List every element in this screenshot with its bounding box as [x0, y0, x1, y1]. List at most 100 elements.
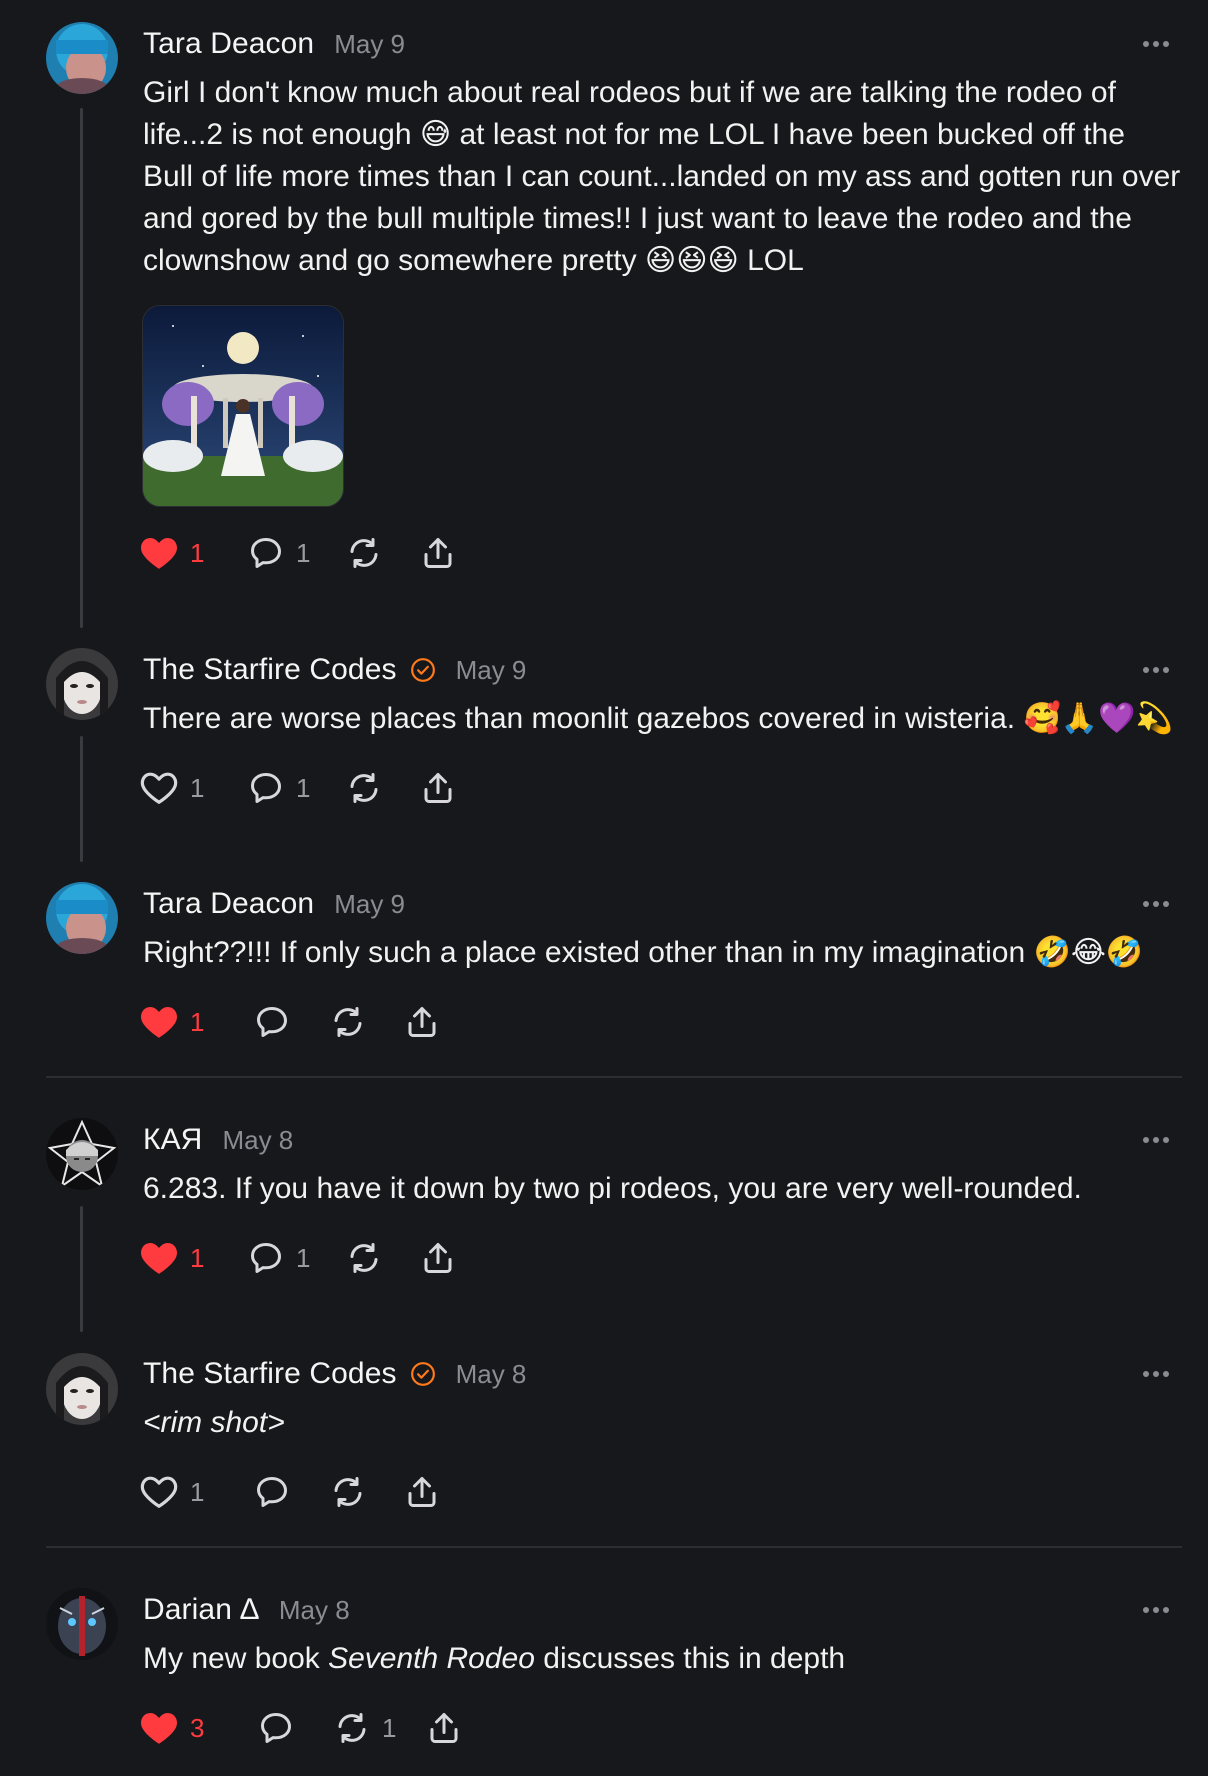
- like-count: 1: [190, 1242, 205, 1273]
- more-icon: [1143, 1137, 1169, 1143]
- like-button[interactable]: 1: [140, 1000, 204, 1044]
- post-text-start: My new book: [143, 1642, 329, 1675]
- share-button[interactable]: [420, 531, 456, 575]
- author-name[interactable]: Darian ∆: [143, 1593, 259, 1627]
- share-button[interactable]: [426, 1706, 462, 1750]
- like-count: 3: [190, 1712, 205, 1743]
- share-icon: [430, 1713, 458, 1743]
- post-header: КАЯ May 8: [143, 1118, 293, 1162]
- share-button[interactable]: [404, 1000, 440, 1044]
- thread-divider: [46, 1076, 1182, 1078]
- more-options-button[interactable]: [1134, 648, 1178, 692]
- like-count: 1: [190, 1006, 205, 1037]
- avatar[interactable]: [46, 1588, 118, 1660]
- like-button[interactable]: 1: [140, 1470, 204, 1514]
- verified-icon: [410, 658, 435, 682]
- like-count: 1: [190, 772, 205, 803]
- repost-button[interactable]: [330, 1000, 366, 1044]
- post-date[interactable]: May 9: [334, 29, 405, 60]
- share-button[interactable]: [420, 766, 456, 810]
- repost-button[interactable]: [330, 1470, 366, 1514]
- post-text: <rim shot>: [143, 1402, 1183, 1444]
- author-name[interactable]: Tara Deacon: [143, 27, 314, 61]
- more-options-button[interactable]: [1134, 882, 1178, 926]
- heart-icon: [141, 1006, 177, 1038]
- post-header: Tara Deacon May 9: [143, 22, 405, 66]
- repost-button[interactable]: [346, 531, 394, 575]
- author-name[interactable]: КАЯ: [143, 1123, 202, 1157]
- post-date[interactable]: May 9: [334, 889, 405, 920]
- like-button[interactable]: 3: [140, 1706, 204, 1750]
- comment-icon: [257, 1477, 287, 1507]
- more-options-button[interactable]: [1134, 1588, 1178, 1632]
- repost-button[interactable]: [346, 766, 382, 810]
- author-name[interactable]: Tara Deacon: [143, 887, 314, 921]
- thread-feed: Tara Deacon May 9 Girl I don't know much…: [0, 0, 1208, 1776]
- more-options-button[interactable]: [1134, 1118, 1178, 1162]
- repost-icon: [350, 773, 378, 803]
- reply-count: 1: [296, 537, 311, 568]
- heart-icon: [141, 1712, 177, 1744]
- share-button[interactable]: [404, 1470, 440, 1514]
- comment-icon: [251, 1243, 281, 1273]
- reply-count: 1: [296, 1242, 311, 1273]
- comment-icon: [251, 538, 281, 568]
- thread-line: [80, 108, 83, 628]
- repost-count: 1: [382, 1712, 397, 1743]
- repost-button[interactable]: 1: [334, 1706, 396, 1750]
- more-icon: [1143, 667, 1169, 673]
- reply-button[interactable]: 1: [248, 766, 310, 810]
- repost-icon: [350, 538, 378, 568]
- avatar[interactable]: [46, 1118, 118, 1190]
- more-options-button[interactable]: [1134, 22, 1178, 66]
- repost-icon: [334, 1477, 362, 1507]
- reply-count: 1: [296, 772, 311, 803]
- share-icon: [408, 1007, 436, 1037]
- verified-badge: [410, 657, 436, 683]
- post-date[interactable]: May 8: [456, 1359, 527, 1390]
- post-text: There are worse places than moonlit gaze…: [143, 702, 1173, 735]
- thread-divider: [46, 1546, 1182, 1548]
- verified-icon: [410, 1362, 435, 1386]
- post-header: Tara Deacon May 9: [143, 882, 405, 926]
- more-icon: [1143, 41, 1169, 47]
- post-text: Right??!!! If only such a place existed …: [143, 936, 1144, 969]
- reply-button[interactable]: [254, 1470, 290, 1514]
- reply-button[interactable]: [258, 1706, 294, 1750]
- more-icon: [1143, 1607, 1169, 1613]
- reply-button[interactable]: 1: [248, 1236, 310, 1280]
- reply-button[interactable]: 1: [248, 531, 310, 575]
- avatar[interactable]: [46, 22, 118, 94]
- post-header: The Starfire Codes May 9: [143, 648, 526, 692]
- heart-icon: [140, 1476, 178, 1508]
- author-name[interactable]: The Starfire Codes: [143, 653, 397, 687]
- avatar[interactable]: [46, 1353, 118, 1425]
- avatar[interactable]: [46, 882, 118, 954]
- like-count: 1: [190, 537, 205, 568]
- post-date[interactable]: May 8: [279, 1595, 350, 1626]
- verified-badge: [410, 1361, 436, 1387]
- like-button[interactable]: 1: [140, 1236, 204, 1280]
- post-date[interactable]: May 8: [222, 1125, 293, 1156]
- repost-button[interactable]: [346, 1236, 382, 1280]
- post-header: Darian ∆ May 8: [143, 1588, 350, 1632]
- share-button[interactable]: [420, 1236, 456, 1280]
- avatar[interactable]: [46, 648, 118, 720]
- post-image[interactable]: [142, 305, 344, 507]
- post-text-italic: <rim shot>: [143, 1406, 285, 1439]
- thread-line: [80, 1206, 83, 1332]
- post-date[interactable]: May 9: [456, 655, 527, 686]
- author-name[interactable]: The Starfire Codes: [143, 1357, 397, 1391]
- repost-icon: [350, 1243, 378, 1273]
- share-icon: [424, 1243, 452, 1273]
- repost-icon: [334, 1007, 362, 1037]
- like-button[interactable]: 1: [140, 531, 204, 575]
- heart-icon: [141, 1242, 177, 1274]
- like-button[interactable]: 1: [140, 766, 204, 810]
- book-title: Seventh Rodeo: [328, 1642, 535, 1675]
- post-text: Girl I don't know much about real rodeos…: [143, 76, 1189, 277]
- more-options-button[interactable]: [1134, 1352, 1178, 1396]
- reply-button[interactable]: [254, 1000, 290, 1044]
- heart-icon: [141, 537, 177, 569]
- share-icon: [408, 1477, 436, 1507]
